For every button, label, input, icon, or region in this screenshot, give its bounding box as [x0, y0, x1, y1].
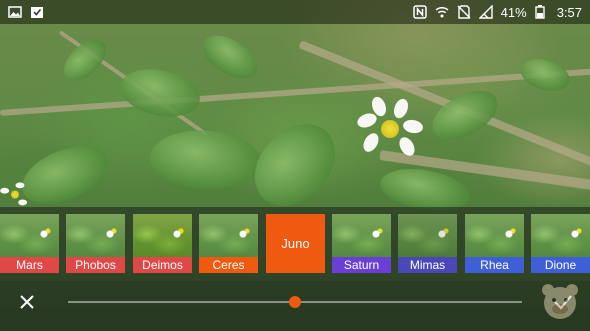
- download-done-icon: [30, 5, 44, 19]
- filter-dione[interactable]: Dione: [531, 214, 590, 273]
- close-icon: [19, 294, 35, 315]
- edit-controls: [0, 281, 590, 331]
- intensity-slider-knob[interactable]: [289, 296, 301, 308]
- battery-percent: 41%: [500, 4, 527, 20]
- watermark-logo: [534, 281, 586, 327]
- filter-label: Ceres: [199, 257, 258, 273]
- filter-rhea[interactable]: Rhea: [465, 214, 524, 273]
- filter-label: Mars: [0, 257, 59, 273]
- no-sim-icon: [457, 5, 471, 19]
- filter-label: Juno: [281, 236, 310, 251]
- filter-mars[interactable]: Mars: [0, 214, 59, 273]
- filter-strip: Mars Phobos Deimos Ceres Juno Saturn Mim…: [0, 207, 590, 281]
- filter-juno-selected[interactable]: Juno: [266, 214, 325, 273]
- cancel-button[interactable]: [14, 291, 40, 317]
- filter-label: Deimos: [133, 257, 192, 273]
- filter-label: Saturn: [332, 257, 391, 273]
- status-clock: 3:57: [556, 4, 582, 20]
- filter-label: Phobos: [66, 257, 125, 273]
- signal-icon: [477, 4, 493, 19]
- filter-deimos[interactable]: Deimos: [133, 214, 192, 273]
- nfc-icon: [412, 5, 427, 19]
- filter-mimas[interactable]: Mimas: [398, 214, 457, 273]
- filter-label: Rhea: [465, 257, 524, 273]
- battery-icon: [534, 5, 549, 19]
- status-bar: 41% 3:57: [0, 0, 590, 24]
- filter-label: Mimas: [398, 257, 457, 273]
- filter-phobos[interactable]: Phobos: [66, 214, 125, 273]
- filter-label: Dione: [531, 257, 590, 273]
- filter-saturn[interactable]: Saturn: [332, 214, 391, 273]
- wifi-icon: [435, 5, 449, 19]
- filter-ceres[interactable]: Ceres: [199, 214, 258, 273]
- image-icon: [8, 5, 22, 19]
